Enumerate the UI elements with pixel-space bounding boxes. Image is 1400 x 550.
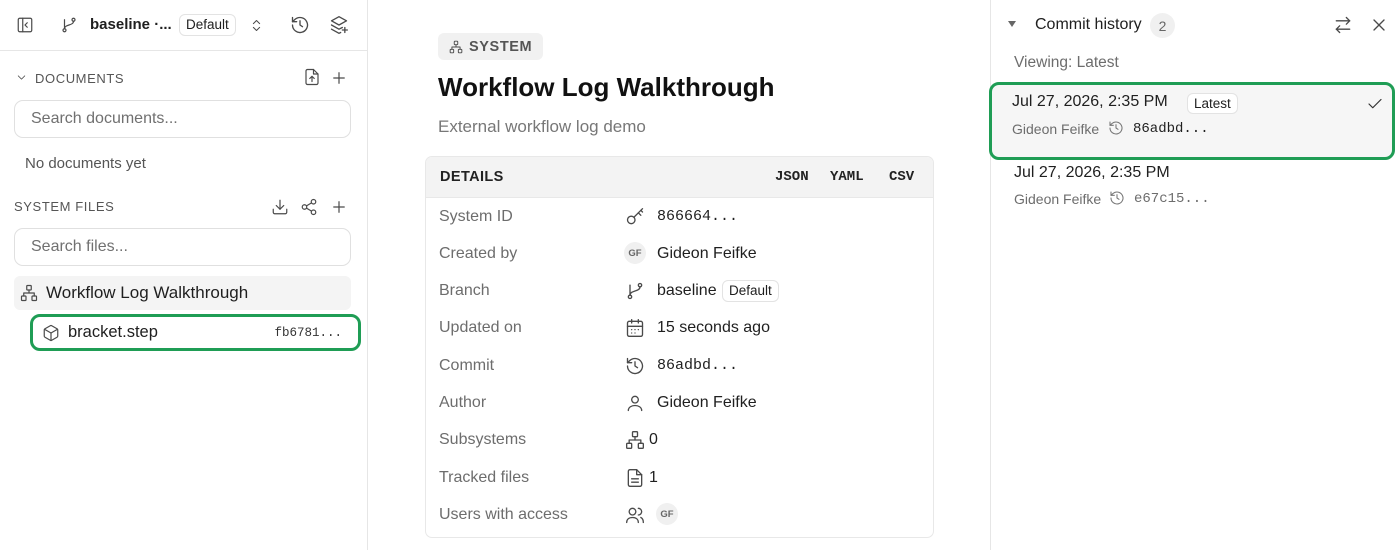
main-panel: SYSTEM Workflow Log Walkthrough External… — [368, 0, 990, 550]
details-header: DETAILS JSON YAML CSV — [426, 157, 933, 198]
chevron-up-down-icon[interactable] — [244, 13, 268, 37]
page-title: Workflow Log Walkthrough — [438, 72, 775, 102]
detail-row-branch: Branch baseline Default — [426, 272, 933, 309]
detail-value: Gideon Feifke — [657, 244, 757, 262]
cube-icon — [42, 324, 60, 342]
detail-row-updated-on: Updated on 15 seconds ago — [426, 309, 933, 346]
history-icon — [1108, 120, 1124, 136]
commit-item[interactable]: Jul 27, 2026, 2:35 PM Gideon Feifke e67c… — [991, 160, 1400, 228]
detail-label: Created by — [439, 244, 518, 262]
detail-row-subsystems: Subsystems 0 — [426, 421, 933, 458]
no-documents-text: No documents yet — [25, 155, 146, 172]
branch-icon — [57, 13, 81, 37]
detail-value: 1 — [649, 468, 658, 486]
detail-label: Updated on — [439, 318, 522, 336]
detail-value[interactable]: 866664... — [657, 208, 738, 225]
export-yaml-button[interactable]: YAML — [830, 169, 864, 185]
detail-value: 15 seconds ago — [657, 318, 770, 336]
collapse-documents-icon[interactable] — [15, 71, 28, 84]
system-tag: SYSTEM — [438, 33, 544, 60]
avatar: GF — [656, 503, 678, 525]
commit-date: Jul 27, 2026, 2:35 PM — [1012, 93, 1168, 110]
detail-label: Branch — [439, 281, 490, 299]
detail-value[interactable]: 86adbd... — [657, 357, 738, 374]
detail-row-tracked-files: Tracked files 1 — [426, 459, 933, 496]
detail-value: Gideon Feifke — [657, 393, 757, 411]
download-icon[interactable] — [268, 195, 292, 219]
detail-label: Subsystems — [439, 430, 527, 448]
commit-author: Gideon Feifke — [1012, 121, 1100, 137]
collapse-history-icon[interactable] — [1006, 18, 1018, 30]
tree-item-file-label: bracket.step — [68, 323, 158, 341]
system-tag-label: SYSTEM — [469, 38, 533, 55]
page-subtitle: External workflow log demo — [438, 117, 646, 136]
commit-history-panel: Commit history 2 Viewing: Latest Jul 27,… — [989, 0, 1400, 550]
detail-label: Users with access — [439, 505, 568, 523]
commit-history-title: Commit history — [1035, 16, 1142, 33]
share-icon[interactable] — [297, 195, 321, 219]
sidebar: baseline ·... Default DOCUMENTS No docum… — [0, 0, 368, 550]
history-icon — [625, 356, 645, 376]
export-csv-button[interactable]: CSV — [889, 169, 914, 185]
detail-row-author: Author Gideon Feifke — [426, 384, 933, 421]
check-icon — [1366, 95, 1384, 113]
detail-row-users-with-access: Users with access GF — [426, 496, 933, 533]
users-icon — [625, 505, 645, 525]
default-branch-badge: Default — [179, 14, 236, 36]
detail-label: System ID — [439, 207, 513, 225]
documents-section-label: DOCUMENTS — [35, 71, 125, 86]
hierarchy-icon — [625, 430, 645, 450]
detail-row-commit: Commit 86adbd... — [426, 347, 933, 384]
default-branch-badge: Default — [722, 280, 779, 302]
tree-item-system[interactable]: Workflow Log Walkthrough — [14, 276, 351, 310]
details-title: DETAILS — [440, 169, 504, 185]
viewing-label: Viewing: Latest — [1014, 54, 1119, 71]
toggle-sidebar-icon[interactable] — [13, 13, 37, 37]
search-files-input[interactable] — [14, 228, 351, 266]
tree-item-file[interactable]: bracket.step fb6781... — [30, 314, 361, 351]
detail-row-created-by: Created by GF Gideon Feifke — [426, 235, 933, 272]
search-documents-input[interactable] — [14, 100, 351, 138]
latest-badge: Latest — [1187, 93, 1238, 114]
commit-count-badge: 2 — [1150, 13, 1175, 38]
add-file-icon[interactable] — [327, 195, 351, 219]
system-files-section-label: SYSTEM FILES — [14, 199, 115, 214]
detail-row-system-id: System ID 866664... — [426, 198, 933, 235]
detail-value: 0 — [649, 430, 658, 448]
commit-date: Jul 27, 2026, 2:35 PM — [1014, 164, 1170, 181]
detail-label: Author — [439, 393, 487, 411]
add-document-icon[interactable] — [327, 66, 351, 90]
branch-icon — [625, 281, 645, 301]
avatar: GF — [624, 242, 646, 264]
history-icon[interactable] — [288, 13, 312, 37]
commit-hash: 86adbd... — [1133, 121, 1209, 137]
detail-label: Tracked files — [439, 468, 530, 486]
sidebar-topbar: baseline ·... Default — [0, 0, 367, 51]
key-icon — [625, 207, 645, 227]
hierarchy-icon — [449, 40, 463, 54]
history-icon — [1109, 190, 1125, 206]
detail-value[interactable]: baseline — [657, 282, 717, 300]
upload-document-icon[interactable] — [300, 65, 324, 89]
compare-icon[interactable] — [1331, 13, 1355, 37]
tree-item-system-label: Workflow Log Walkthrough — [46, 283, 249, 302]
user-icon — [625, 393, 645, 413]
detail-label: Commit — [439, 356, 495, 374]
hierarchy-icon — [20, 284, 38, 302]
branch-selector[interactable]: baseline ·... — [90, 16, 172, 33]
tree-item-file-hash: fb6781... — [274, 325, 342, 340]
close-icon[interactable] — [1367, 13, 1391, 37]
layers-plus-icon[interactable] — [327, 13, 351, 37]
export-json-button[interactable]: JSON — [775, 169, 809, 185]
commit-author: Gideon Feifke — [1014, 191, 1102, 207]
commit-item[interactable]: Jul 27, 2026, 2:35 PM Latest Gideon Feif… — [989, 82, 1395, 160]
details-card: DETAILS JSON YAML CSV System ID 866664..… — [425, 156, 934, 538]
calendar-icon — [625, 318, 645, 338]
commit-hash: e67c15... — [1134, 191, 1210, 207]
file-icon — [625, 468, 645, 488]
